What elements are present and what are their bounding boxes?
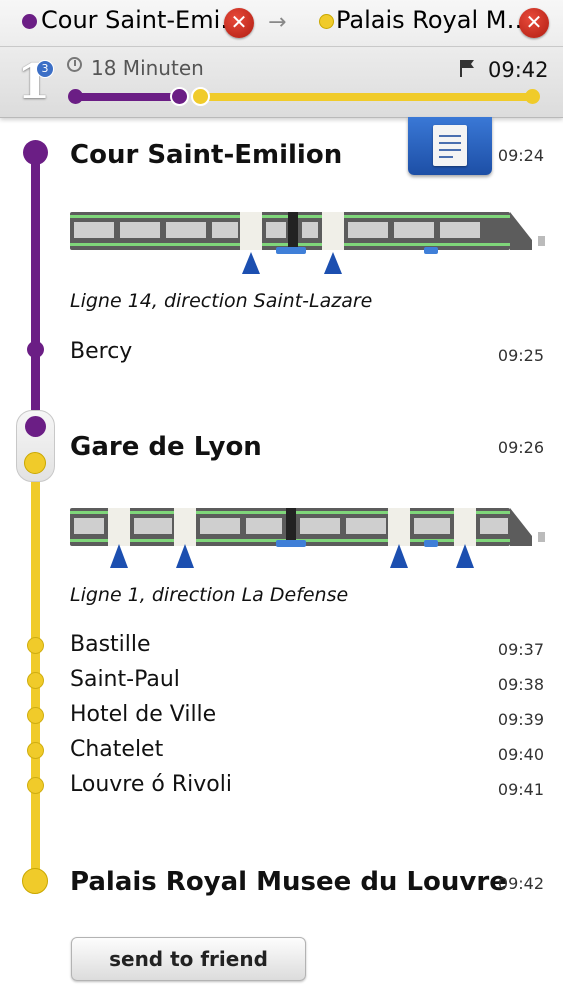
stop-saint-paul[interactable]: Saint-Paul <box>70 667 180 692</box>
transfer-node-line14 <box>25 416 46 437</box>
stop-hotel-de-ville-time: 09:39 <box>497 710 544 729</box>
leg1-direction: Ligne 14, direction Saint-Lazare <box>70 290 373 312</box>
leg2-direction: Ligne 1, direction La Defense <box>70 584 349 606</box>
stop-bastille-time: 09:37 <box>497 640 544 659</box>
document-icon <box>433 125 467 166</box>
close-icon: ✕ <box>525 10 543 34</box>
progress-end-dot <box>525 89 540 104</box>
stop-hotel-de-ville[interactable]: Hotel de Ville <box>70 702 216 727</box>
progress-transfer-yellow-dot <box>191 87 210 106</box>
line1-color-dot-icon <box>319 14 334 29</box>
stop-louvre-rivoli-time: 09:41 <box>497 780 544 799</box>
stop-bercy-time: 09:25 <box>497 346 544 365</box>
progress-line1-segment <box>195 93 538 101</box>
trip-duration: 18 Minuten <box>91 56 204 80</box>
start-station-name[interactable]: Cour Saint-Emilion <box>70 140 342 170</box>
send-to-friend-button[interactable]: send to friend <box>71 937 306 981</box>
stop-node <box>27 672 44 689</box>
to-station[interactable]: Palais Royal M… <box>336 6 530 34</box>
end-station-node <box>22 868 48 894</box>
progress-transfer-purple-dot <box>170 87 189 106</box>
line14-track <box>31 150 40 410</box>
stop-chatelet[interactable]: Chatelet <box>70 737 163 762</box>
clear-from-button[interactable]: ✕ <box>224 8 254 38</box>
stop-bastille[interactable]: Bastille <box>70 632 151 657</box>
details-document-button[interactable] <box>408 117 492 175</box>
stop-node <box>27 707 44 724</box>
train-diagram-line1 <box>70 508 545 568</box>
transfer-time: 09:26 <box>497 438 544 457</box>
stop-node <box>27 742 44 759</box>
start-time: 09:24 <box>497 146 544 165</box>
line14-color-dot-icon <box>22 14 37 29</box>
clock-icon <box>67 57 82 72</box>
transfer-station-name[interactable]: Gare de Lyon <box>70 432 262 462</box>
close-icon: ✕ <box>230 10 248 34</box>
route-count-badge: 3 <box>36 60 54 78</box>
transfer-node-line1 <box>24 452 46 474</box>
stop-bercy[interactable]: Bercy <box>70 339 132 364</box>
route-summary-row: Cour Saint-Emi… ✕ → Palais Royal M… ✕ <box>0 0 563 47</box>
clear-to-button[interactable]: ✕ <box>519 8 549 38</box>
flag-icon <box>460 60 474 77</box>
progress-start-dot <box>68 89 83 104</box>
stop-chatelet-time: 09:40 <box>497 745 544 764</box>
end-time: 09:42 <box>497 874 544 893</box>
from-station[interactable]: Cour Saint-Emi… <box>41 6 244 34</box>
start-station-node <box>23 140 48 165</box>
route-header: Cour Saint-Emi… ✕ → Palais Royal M… ✕ 1 … <box>0 0 563 118</box>
arrival-time: 09:42 <box>488 58 549 82</box>
stop-saint-paul-time: 09:38 <box>497 675 544 694</box>
arrow-right-icon: → <box>268 10 287 35</box>
stop-node <box>27 777 44 794</box>
end-station-name[interactable]: Palais Royal Musee du Louvre <box>70 867 507 897</box>
train-diagram-line14 <box>70 212 545 274</box>
stop-node-bercy <box>27 341 44 358</box>
stop-node <box>27 637 44 654</box>
progress-line14-segment <box>73 93 183 101</box>
stop-louvre-rivoli[interactable]: Louvre ó Rivoli <box>70 772 232 797</box>
